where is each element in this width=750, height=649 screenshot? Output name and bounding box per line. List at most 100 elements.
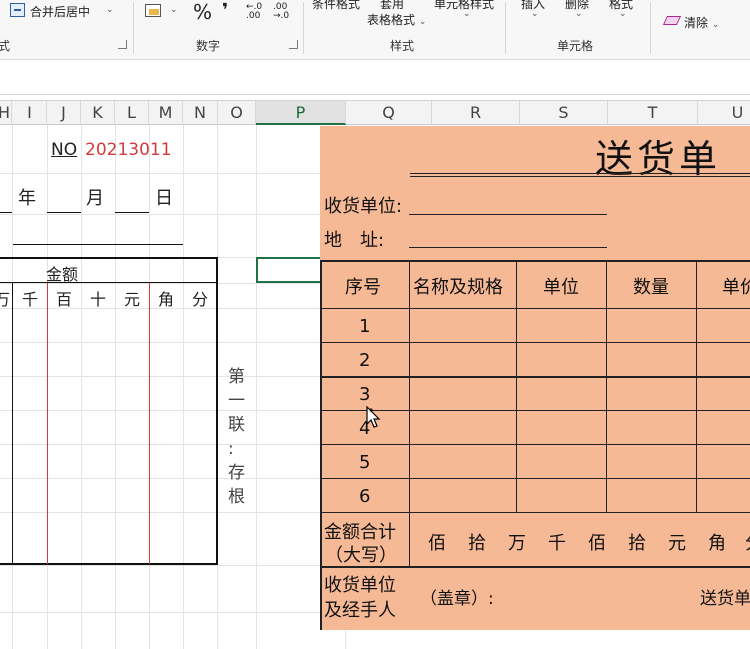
month-label: 月 bbox=[86, 188, 104, 209]
row-number: 2 bbox=[359, 350, 371, 371]
title-underline bbox=[410, 176, 750, 177]
ribbon: 合并后居中 ⌄ 式 ⌄ % ❜ ←.0 .00 .00 →.0 数字 条件格式 … bbox=[0, 0, 750, 60]
accounting-format-icon[interactable] bbox=[145, 4, 161, 17]
column-header-p[interactable]: P bbox=[256, 101, 346, 125]
table-row-line bbox=[320, 478, 750, 479]
table-col-line bbox=[409, 512, 410, 566]
number-launcher-icon[interactable] bbox=[289, 40, 298, 49]
digit-unit-yuan: 元 bbox=[124, 290, 141, 309]
column-header-r[interactable]: R bbox=[432, 101, 520, 125]
receiver-label: 收货单位: bbox=[324, 196, 403, 217]
merge-center-dropdown-icon[interactable]: ⌄ bbox=[106, 5, 114, 15]
footer-receiver-label: 收货单位 bbox=[324, 575, 396, 596]
decrease-decimal-button[interactable]: .00 →.0 bbox=[273, 3, 293, 21]
stamp-label: （盖章）: bbox=[420, 589, 494, 609]
comma-style-button[interactable]: ❜ bbox=[222, 0, 228, 21]
day-label: 日 bbox=[155, 188, 173, 209]
amount-header: 金额 bbox=[46, 265, 79, 284]
apply-table-format-button[interactable]: 表格格式 ⌄ bbox=[367, 11, 426, 28]
column-header-t[interactable]: T bbox=[608, 101, 698, 125]
amount-table-right-border bbox=[216, 257, 218, 565]
column-header-h[interactable]: H bbox=[0, 101, 12, 125]
accounting-dropdown-icon[interactable]: ⌄ bbox=[170, 5, 178, 15]
total-unit: 万 bbox=[508, 533, 526, 554]
group-separator bbox=[133, 2, 134, 54]
amount-column-line bbox=[12, 283, 13, 564]
selected-cell[interactable] bbox=[256, 257, 322, 283]
column-header-q[interactable]: Q bbox=[346, 101, 432, 125]
total-unit: 分 bbox=[745, 529, 750, 555]
row-number: 3 bbox=[359, 384, 371, 405]
table-col-line bbox=[409, 260, 410, 512]
deliver-label: 送货单位 bbox=[700, 589, 750, 609]
gridline bbox=[256, 125, 257, 649]
clear-button[interactable]: 清除 ⌄ bbox=[684, 14, 719, 31]
styles-group-label: 样式 bbox=[390, 39, 415, 53]
digit-unit-wan: 万 bbox=[0, 290, 11, 309]
month-underline bbox=[47, 212, 81, 213]
no-label: NO bbox=[51, 140, 78, 160]
table-row-line bbox=[320, 410, 750, 411]
column-header-u[interactable]: U bbox=[698, 101, 750, 125]
table-left-border bbox=[320, 260, 322, 630]
address-underline bbox=[409, 247, 607, 248]
header-unit: 单位 bbox=[543, 277, 579, 298]
number-group-label: 数字 bbox=[196, 39, 221, 53]
gridline bbox=[183, 125, 184, 649]
delete-dropdown-icon[interactable]: ⌄ bbox=[575, 9, 583, 19]
merge-center-button[interactable]: 合并后居中 bbox=[30, 3, 90, 20]
table-top-border bbox=[320, 260, 750, 262]
total-unit: 拾 bbox=[628, 533, 646, 554]
gridline bbox=[115, 125, 116, 649]
eraser-icon bbox=[662, 16, 682, 25]
alignment-launcher-icon[interactable] bbox=[118, 40, 127, 49]
date-underline bbox=[0, 212, 12, 213]
row-number: 5 bbox=[359, 452, 371, 473]
column-header-m[interactable]: M bbox=[149, 101, 183, 125]
table-row-line bbox=[320, 444, 750, 445]
column-header-l[interactable]: L bbox=[115, 101, 149, 125]
receiver-underline bbox=[409, 214, 607, 215]
cell-style-dropdown-icon[interactable]: ⌄ bbox=[463, 9, 471, 19]
column-header-s[interactable]: S bbox=[520, 101, 608, 125]
insert-dropdown-icon[interactable]: ⌄ bbox=[531, 9, 539, 19]
header-unit-price: 单价 bbox=[722, 277, 750, 298]
cells-group-label: 单元格 bbox=[557, 39, 594, 53]
column-header-o[interactable]: O bbox=[218, 101, 256, 125]
column-header-n[interactable]: N bbox=[183, 101, 218, 125]
delivery-note-title: 送货单 bbox=[595, 137, 722, 181]
year-label: 年 bbox=[18, 188, 36, 209]
digit-unit-bai: 百 bbox=[56, 290, 73, 309]
group-separator bbox=[650, 2, 651, 54]
alignment-group-label: 式 bbox=[0, 37, 10, 54]
day-underline bbox=[115, 212, 149, 213]
address-label: 地 址: bbox=[324, 230, 385, 251]
percent-button[interactable]: % bbox=[193, 0, 212, 24]
total-unit: 千 bbox=[548, 533, 566, 554]
total-unit: 佰 bbox=[588, 533, 606, 554]
formula-bar[interactable] bbox=[0, 60, 750, 95]
amount-table-top-border bbox=[0, 257, 218, 259]
total-unit: 角 bbox=[708, 533, 726, 554]
delivery-note: 送货单 收货单位: 地 址: 序号 名称及规格 单位 数量 单价 1 2 3 4… bbox=[320, 126, 750, 630]
column-header-k[interactable]: K bbox=[81, 101, 115, 125]
conditional-format-button[interactable]: 条件格式 bbox=[312, 0, 360, 12]
digit-unit-qian: 千 bbox=[22, 290, 39, 309]
table-col-line bbox=[606, 260, 607, 512]
amount-red-divider bbox=[47, 283, 48, 564]
row-number: 1 bbox=[359, 316, 371, 337]
amount-red-divider bbox=[149, 283, 150, 564]
header-name-spec: 名称及规格 bbox=[413, 277, 503, 298]
digit-unit-jiao: 角 bbox=[158, 290, 175, 309]
column-header-j[interactable]: J bbox=[47, 101, 81, 125]
table-row-line bbox=[320, 342, 750, 343]
format-dropdown-icon[interactable]: ⌄ bbox=[619, 9, 627, 19]
row-number: 6 bbox=[359, 486, 371, 507]
gridline bbox=[81, 125, 82, 649]
amount-table-bottom-border bbox=[0, 563, 218, 565]
copy-note: 第 一 联 : 存 根 bbox=[228, 367, 245, 507]
header-quantity: 数量 bbox=[633, 277, 669, 298]
increase-decimal-button[interactable]: ←.0 .00 bbox=[246, 3, 266, 21]
header-index: 序号 bbox=[345, 277, 381, 298]
column-header-i[interactable]: I bbox=[13, 101, 47, 125]
